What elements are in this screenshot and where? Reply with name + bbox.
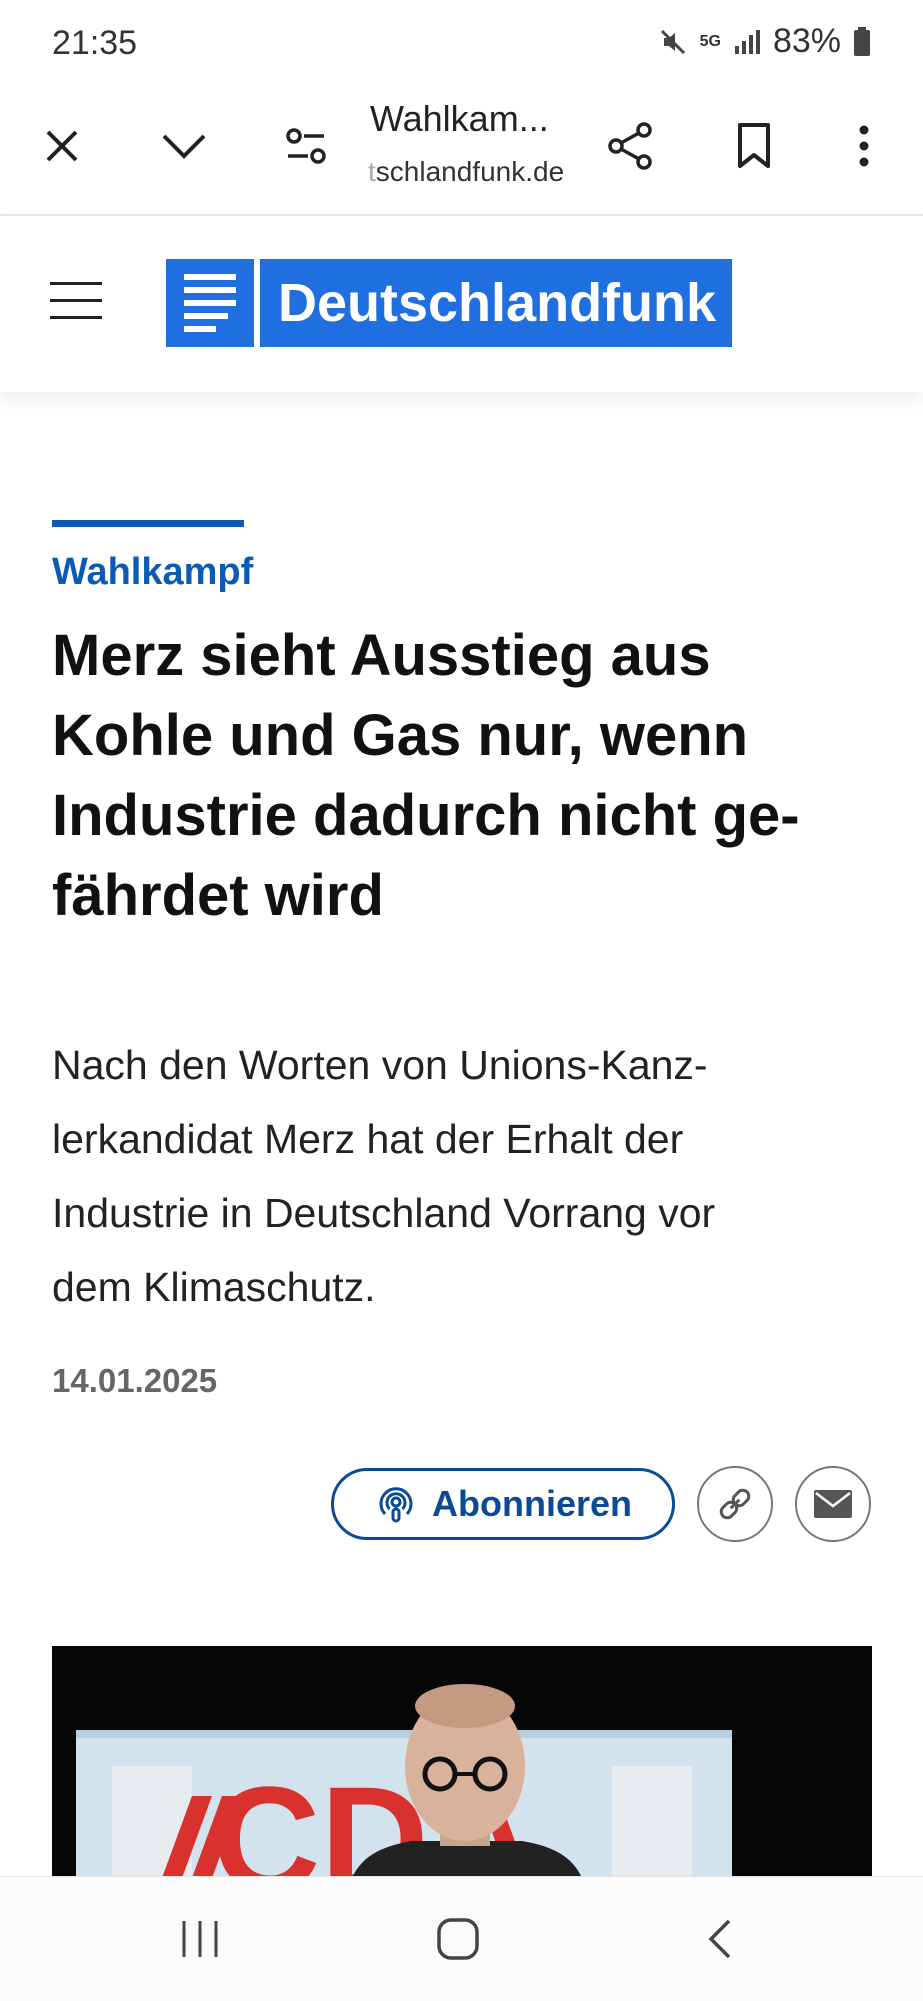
mail-icon: [814, 1490, 852, 1518]
site-logo[interactable]: Deutschlandfunk: [166, 259, 733, 347]
back-button[interactable]: [690, 1909, 750, 1969]
subscribe-button[interactable]: Abonnieren: [331, 1468, 675, 1540]
more-vertical-icon: [859, 125, 869, 167]
headline-line: fährdet wird: [52, 863, 384, 928]
email-share-button[interactable]: [795, 1466, 871, 1542]
recent-apps-button[interactable]: [170, 1909, 230, 1969]
link-icon: [719, 1488, 751, 1520]
podcast-icon: [379, 1487, 413, 1523]
bookmark-button[interactable]: [714, 106, 794, 186]
url-domain: schlandfunk.de: [375, 156, 565, 187]
lead-line: Nach den Worten von Unions-Kanz-: [52, 1042, 708, 1088]
signal-icon: [734, 29, 760, 54]
article-actions: Abonnieren: [331, 1466, 871, 1542]
article-kicker: Wahlkampf: [52, 551, 254, 593]
more-options-button[interactable]: [824, 106, 904, 186]
lead-line: dem Klimaschutz.: [52, 1264, 376, 1310]
hamburger-menu-icon[interactable]: [50, 282, 102, 322]
battery-percent: 83%: [772, 22, 841, 60]
chevron-down-icon: [162, 134, 206, 159]
lead-line: lerkandidat Merz hat der Erhalt der: [52, 1116, 684, 1162]
site-settings-button[interactable]: [266, 106, 346, 186]
article-headline: Merz sieht Ausstieg aus Kohle und Gas nu…: [52, 616, 872, 936]
system-nav-bar: [0, 1876, 923, 2001]
kicker-accent-bar: [52, 520, 244, 527]
lead-line: Industrie in Deutschland Vorrang vor: [52, 1190, 716, 1236]
battery-icon: [854, 26, 870, 56]
tune-icon: [286, 128, 326, 164]
status-bar: 21:35 5G 83%: [0, 0, 923, 86]
article-date: 14.01.2025: [52, 1362, 218, 1399]
status-icons: 5G 83%: [658, 22, 871, 61]
status-time: 21:35: [52, 24, 138, 62]
article-header: Wahlkampf Merz sieht Ausstieg aus Kohle …: [52, 520, 872, 1400]
subscribe-label: Abonnieren: [431, 1483, 632, 1524]
network-type: 5G: [699, 32, 721, 50]
site-header: Deutschlandfunk: [0, 216, 923, 392]
photo-image: CDA: [52, 1646, 872, 1878]
url-faded-part: t: [368, 156, 376, 187]
article-lead: Nach den Worten von Unions-Kanz- lerkand…: [52, 1028, 872, 1324]
page-title: Wahlkam...: [370, 98, 549, 139]
headline-line: Industrie dadurch nicht ge-: [52, 783, 800, 848]
home-button[interactable]: [428, 1909, 488, 1969]
copy-link-button[interactable]: [697, 1466, 773, 1542]
share-button[interactable]: [590, 106, 670, 186]
headline-line: Kohle und Gas nur, wenn: [52, 703, 749, 768]
bookmark-icon: [738, 123, 770, 168]
home-icon: [437, 1918, 479, 1960]
back-icon: [708, 1919, 731, 1959]
page-url: tschlandfunk.de: [368, 156, 564, 188]
recent-apps-icon: [182, 1921, 218, 1957]
close-tab-button[interactable]: [22, 106, 102, 186]
minimize-button[interactable]: [144, 106, 224, 186]
logo-wordmark: Deutschlandfunk: [260, 259, 733, 347]
mute-icon: [660, 29, 685, 54]
browser-toolbar: Wahlkam... tschlandfunk.de: [0, 86, 923, 216]
logo-mark-icon: [166, 259, 254, 347]
article-photo[interactable]: CDA: [52, 1646, 872, 1878]
close-icon: [46, 130, 78, 162]
share-icon: [608, 122, 652, 170]
headline-line: Merz sieht Ausstieg aus: [52, 623, 711, 688]
